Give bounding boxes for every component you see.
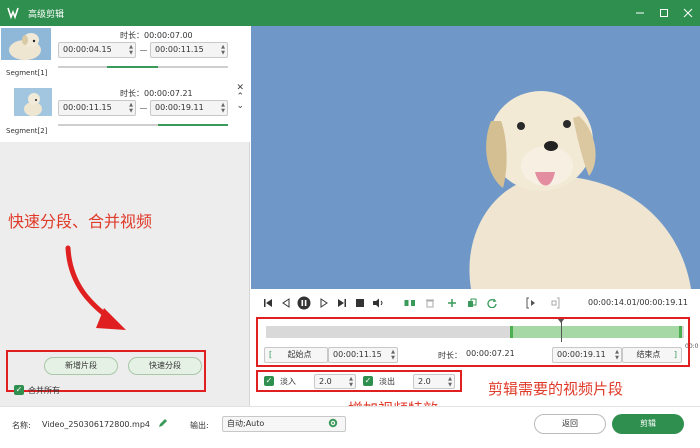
add-icon[interactable] [445, 296, 459, 310]
timeline-highlight [256, 317, 690, 367]
quick-split-button[interactable]: 快速分段 [128, 357, 202, 375]
segment-duration: 时长：00:00:07.00 [120, 31, 193, 40]
previous-frame-icon[interactable] [279, 296, 293, 310]
effects-highlight [256, 370, 462, 392]
segment-controls: ✕ ⌃ ⌄ [236, 84, 244, 111]
new-segment-button[interactable]: 新增片段 [44, 357, 118, 375]
segment-item[interactable]: Segment[1] 时长：00:00:07.00 00:00:04.15 ▲ ▼ … [0, 26, 250, 84]
segment-end-input[interactable]: 00:00:11.15 ▲ ▼ [150, 42, 228, 58]
close-icon[interactable] [676, 0, 700, 26]
segment-thumbnail [14, 88, 52, 116]
segment-progress-track [58, 66, 228, 68]
segment-label: Segment[1] [6, 69, 48, 77]
reset-icon[interactable] [485, 296, 499, 310]
skip-end-icon[interactable] [335, 296, 349, 310]
video-preview[interactable] [251, 26, 700, 289]
segment-thumbnail [1, 28, 51, 60]
file-name-label: 名称: [12, 421, 31, 430]
maximize-icon[interactable] [652, 0, 676, 26]
volume-icon[interactable] [371, 296, 385, 310]
skip-start-icon[interactable] [261, 296, 275, 310]
set-in-point-icon[interactable] [525, 296, 539, 310]
segment-progress-fill [107, 66, 159, 68]
title-bar: 高级剪辑 [0, 0, 700, 26]
segment-progress-fill [158, 124, 228, 126]
range-dash [140, 50, 147, 51]
trash-icon[interactable] [423, 296, 437, 310]
segment-start-input[interactable]: 00:00:11.15 ▲ ▼ [58, 100, 136, 116]
pause-icon[interactable] [297, 296, 311, 310]
annotation-arrow-icon [60, 244, 130, 337]
minimize-icon[interactable] [628, 0, 652, 26]
annotation-split-merge: 快速分段、合并视频 [8, 212, 153, 231]
chevron-down-icon[interactable]: ⌄ [236, 102, 244, 111]
app-logo-icon [6, 6, 20, 20]
edit-name-icon[interactable] [158, 418, 168, 431]
clip-button[interactable]: 剪辑 [612, 414, 684, 434]
split-icon[interactable] [403, 296, 417, 310]
file-name: Video_250306172800.mp4 [42, 420, 150, 429]
set-out-point-icon[interactable] [547, 296, 561, 310]
annotation-clip: 剪辑需要的视频片段 [488, 380, 624, 398]
segment-start-input[interactable]: 00:00:04.15 ▲ ▼ [58, 42, 136, 58]
output-label: 输出: [190, 421, 209, 430]
segment-label: Segment[2] [6, 127, 48, 135]
back-button[interactable]: 返回 [534, 414, 606, 434]
window-title: 高级剪辑 [28, 9, 65, 20]
next-frame-icon[interactable] [317, 296, 331, 310]
segment-end-input[interactable]: 00:00:19.11 ▲ ▼ [150, 100, 228, 116]
stop-icon[interactable] [353, 296, 367, 310]
segment-item[interactable]: Segment[2] 时长：00:00:07.21 00:00:11.15 ▲ ▼ … [0, 84, 250, 142]
playback-controls: 00:00:14.01/00:00:19.11 [251, 289, 700, 317]
segment-progress-track [58, 124, 228, 126]
playback-time: 00:00:14.01/00:00:19.11 [588, 298, 688, 307]
range-dash [140, 108, 147, 109]
merge-all-checkbox[interactable]: ✓ [14, 385, 24, 395]
segment-duration: 时长：00:00:07.21 [120, 89, 193, 98]
gear-icon[interactable] [328, 418, 338, 431]
copy-icon[interactable] [465, 296, 479, 310]
merge-all-label: 合并所有 [28, 386, 60, 395]
